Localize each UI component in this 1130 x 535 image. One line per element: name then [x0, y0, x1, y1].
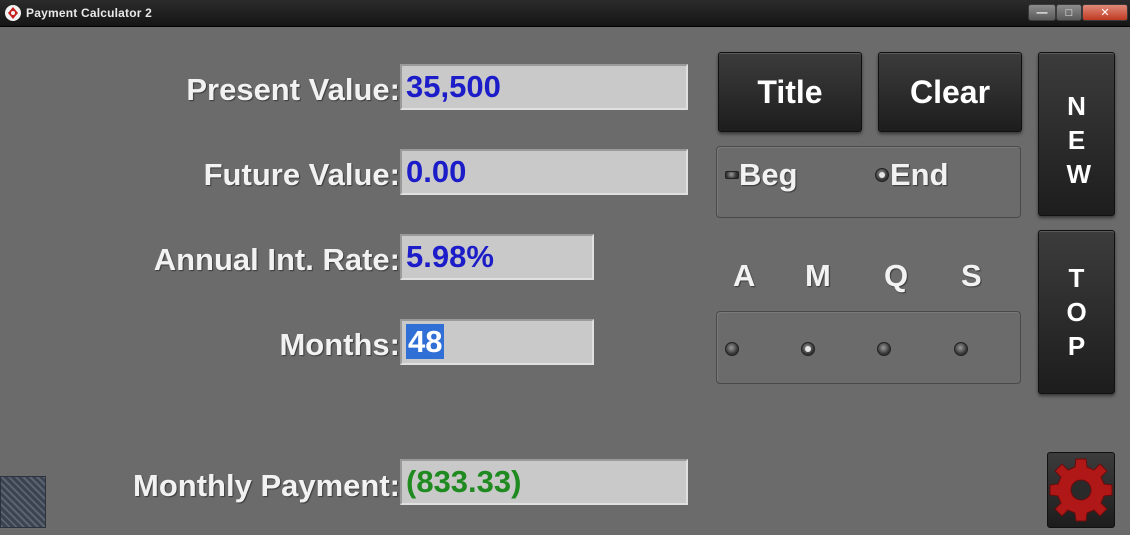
- app-icon: [5, 5, 21, 21]
- gear-icon: [1049, 458, 1113, 522]
- payment-timing-group: Beg End: [716, 146, 1021, 218]
- top-button[interactable]: TOP: [1038, 230, 1115, 394]
- compound-s-radio[interactable]: [954, 342, 968, 356]
- corner-pattern: [0, 476, 46, 528]
- present-value-input[interactable]: 35,500: [400, 64, 688, 110]
- future-value-label: Future Value:: [203, 157, 400, 192]
- beg-label[interactable]: Beg: [739, 157, 798, 193]
- title-button[interactable]: Title: [718, 52, 862, 132]
- months-input[interactable]: 48: [400, 319, 594, 365]
- compound-a-radio[interactable]: [725, 342, 739, 356]
- monthly-payment-label: Monthly Payment:: [133, 468, 400, 503]
- compound-a-label: A: [733, 258, 756, 293]
- end-radio[interactable]: [875, 168, 889, 182]
- new-button[interactable]: NEW: [1038, 52, 1115, 216]
- close-button[interactable]: ✕: [1082, 4, 1128, 21]
- beg-radio[interactable]: [725, 171, 739, 179]
- compound-m-label: M: [805, 258, 831, 293]
- compound-q-label: Q: [884, 258, 909, 293]
- months-label: Months:: [279, 327, 400, 362]
- monthly-payment-output: (833.33): [400, 459, 688, 505]
- compounding-group: [716, 311, 1021, 384]
- annual-rate-label: Annual Int. Rate:: [153, 242, 400, 277]
- title-bar: Payment Calculator 2 — □ ✕: [0, 0, 1130, 27]
- new-button-label: NEW: [1066, 91, 1092, 189]
- annual-rate-input[interactable]: 5.98%: [400, 234, 594, 280]
- compound-s-label: S: [961, 258, 982, 293]
- present-value-label: Present Value:: [186, 72, 400, 107]
- end-label[interactable]: End: [890, 157, 949, 193]
- window-title: Payment Calculator 2: [26, 6, 153, 20]
- settings-button[interactable]: [1047, 452, 1115, 528]
- top-button-label: TOP: [1066, 263, 1087, 361]
- future-value-input[interactable]: 0.00: [400, 149, 688, 195]
- months-selected-text: 48: [406, 324, 445, 359]
- clear-button[interactable]: Clear: [878, 52, 1022, 132]
- minimize-button[interactable]: —: [1028, 4, 1056, 21]
- compound-m-radio[interactable]: [801, 342, 815, 356]
- compound-q-radio[interactable]: [877, 342, 891, 356]
- maximize-button[interactable]: □: [1056, 4, 1082, 21]
